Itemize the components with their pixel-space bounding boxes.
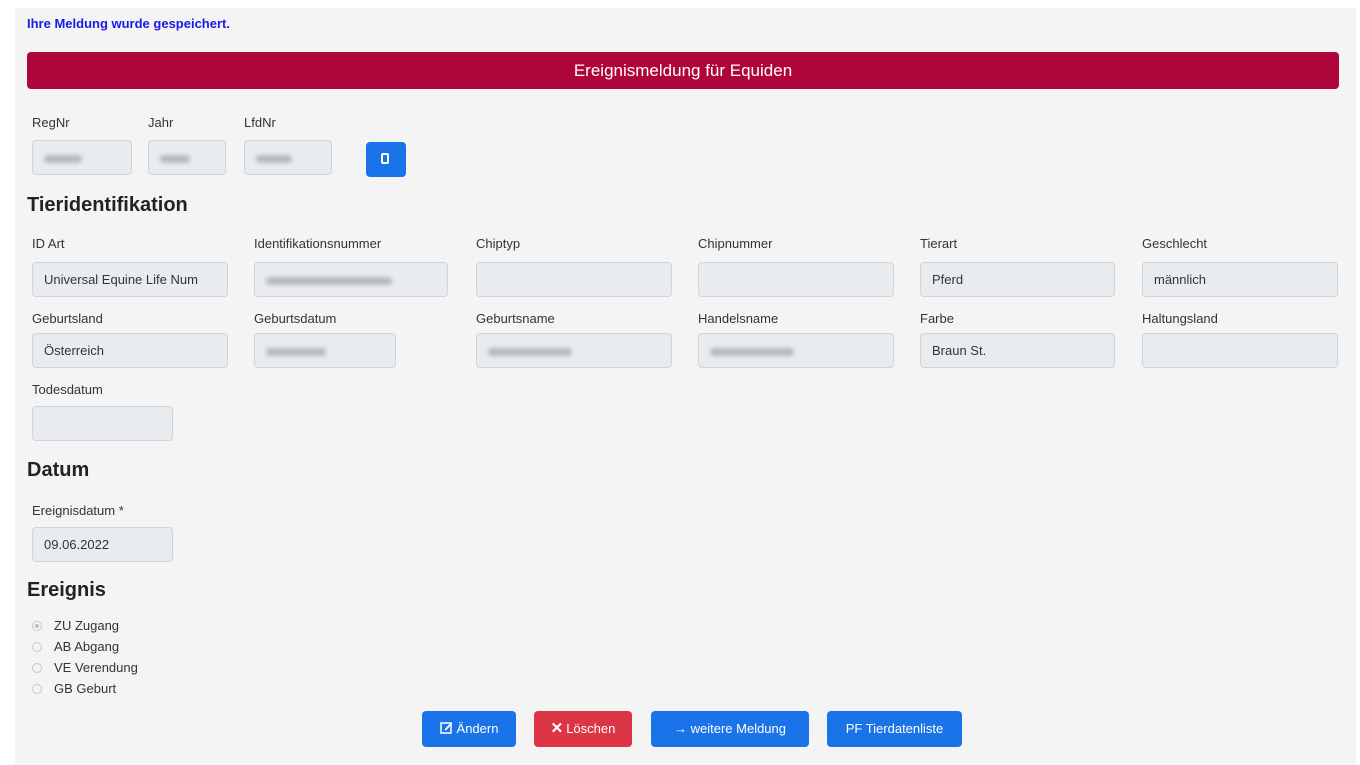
radio-ab-abgang[interactable]: AB Abgang (32, 639, 119, 654)
farbe-field[interactable]: Braun St. (920, 333, 1115, 368)
radio-selected-icon (32, 621, 42, 631)
tieridentifikation-heading: Tieridentifikation (27, 194, 188, 216)
page-container: Ihre Meldung wurde gespeichert. Ereignis… (15, 8, 1356, 765)
geschlecht-label: Geschlecht (1142, 236, 1208, 251)
identifikationsnummer-label: Identifikationsnummer (254, 236, 382, 251)
regnr-field[interactable] (32, 140, 132, 175)
geburtsland-label: Geburtsland (32, 311, 103, 326)
haltungsland-label: Haltungsland (1142, 311, 1218, 326)
regnr-label: RegNr (32, 115, 70, 130)
ereignisdatum-label: Ereignisdatum * (32, 503, 124, 518)
lfdnr-field[interactable] (244, 140, 332, 175)
copy-button[interactable] (366, 142, 406, 177)
farbe-label: Farbe (920, 311, 954, 326)
radio-label: GB Geburt (54, 681, 117, 696)
todesdatum-label: Todesdatum (32, 382, 103, 397)
jahr-label: Jahr (148, 115, 174, 130)
geburtsdatum-field[interactable] (254, 333, 396, 368)
chiptyp-label: Chiptyp (476, 236, 521, 251)
geburtsname-label: Geburtsname (476, 311, 555, 326)
close-icon: ✕ (550, 720, 564, 737)
haltungsland-field[interactable] (1142, 333, 1338, 368)
aendern-button[interactable]: Ändern (422, 711, 516, 747)
radio-gb-geburt[interactable]: GB Geburt (32, 681, 116, 696)
ereignisdatum-field[interactable]: 09.06.2022 (32, 527, 173, 562)
page-title-banner: Ereignismeldung für Equiden (27, 52, 1339, 89)
tierart-field[interactable]: Pferd (920, 262, 1115, 297)
radio-icon (32, 663, 42, 673)
handelsname-label: Handelsname (698, 311, 779, 326)
aendern-label: Ändern (456, 721, 499, 736)
todesdatum-field[interactable] (32, 406, 173, 441)
loeschen-label: Löschen (566, 721, 616, 736)
copy-icon (381, 153, 389, 164)
geburtsdatum-label: Geburtsdatum (254, 311, 337, 326)
radio-label: ZU Zugang (54, 618, 120, 633)
radio-zu-zugang[interactable]: ZU Zugang (32, 618, 119, 633)
chipnummer-field[interactable] (698, 262, 894, 297)
weitere-meldung-button[interactable]: → weitere Meldung (651, 711, 809, 747)
geschlecht-field[interactable]: männlich (1142, 262, 1338, 297)
tierdatenliste-button[interactable]: PF Tierdatenliste (827, 711, 962, 747)
geburtsname-field[interactable] (476, 333, 672, 368)
lfdnr-label: LfdNr (244, 115, 276, 130)
identifikationsnummer-field[interactable] (254, 262, 448, 297)
chipnummer-label: Chipnummer (698, 236, 773, 251)
datum-heading: Datum (27, 459, 90, 481)
edit-icon (439, 722, 452, 734)
radio-label: VE Verendung (54, 660, 138, 675)
tierart-label: Tierart (920, 236, 958, 251)
geburtsland-field[interactable]: Österreich (32, 333, 228, 368)
radio-icon (32, 684, 42, 694)
id-art-field[interactable]: Universal Equine Life Num (32, 262, 228, 297)
handelsname-field[interactable] (698, 333, 894, 368)
loeschen-button[interactable]: ✕ Löschen (534, 711, 632, 747)
chiptyp-field[interactable] (476, 262, 672, 297)
radio-icon (32, 642, 42, 652)
radio-ve-verendung[interactable]: VE Verendung (32, 660, 138, 675)
ereignis-heading: Ereignis (27, 579, 106, 601)
id-art-label: ID Art (32, 236, 65, 251)
jahr-field[interactable] (148, 140, 226, 175)
status-message: Ihre Meldung wurde gespeichert. (27, 16, 230, 31)
radio-label: AB Abgang (54, 639, 120, 654)
